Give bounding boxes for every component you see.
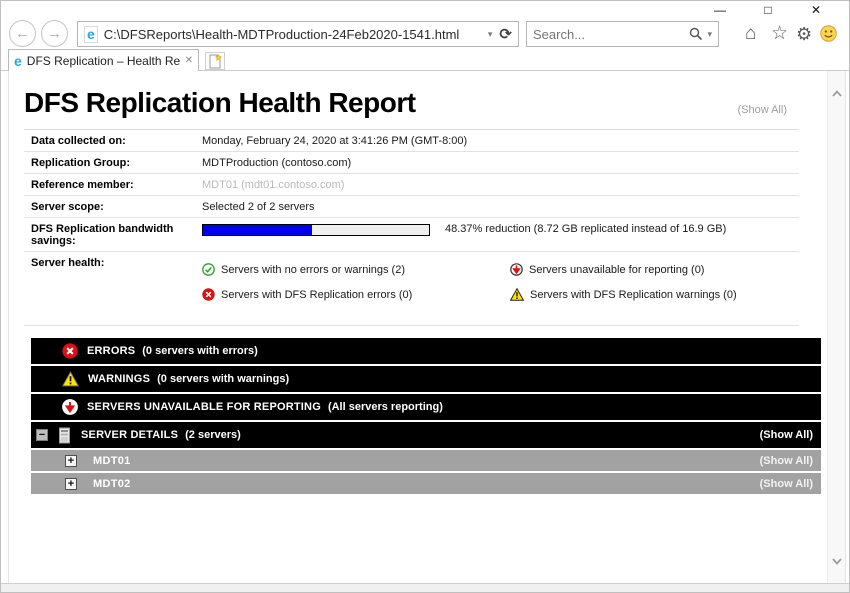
bandwidth-progress-bar	[202, 224, 430, 236]
health-text: Servers with no errors or warnings (2)	[221, 264, 405, 276]
health-item-ok: Servers with no errors or warnings (2)	[202, 263, 510, 276]
section-title: ERRORS	[87, 345, 135, 357]
server-show-all-link[interactable]: (Show All)	[760, 455, 813, 467]
field-label: Reference member:	[31, 179, 202, 191]
server-row-mdt02[interactable]: + MDT02 (Show All)	[31, 473, 821, 494]
section-title: WARNINGS	[88, 373, 150, 385]
smiley-icon	[820, 25, 837, 42]
address-bar[interactable]: e C:\DFSReports\Health-MDTProduction-24F…	[77, 21, 519, 47]
section-subtitle: (All servers reporting)	[328, 401, 443, 413]
field-label: Server health:	[31, 257, 202, 321]
feedback-button[interactable]	[820, 25, 837, 47]
window-bottom-edge	[1, 583, 849, 592]
back-icon: ←	[15, 25, 30, 42]
browser-window: — □ ✕ ← → e C:\DFSReports\Health-MDTProd…	[0, 0, 850, 593]
field-value: MDT01 (mdt01.contoso.com)	[202, 179, 344, 191]
star-icon: ☆	[771, 23, 788, 44]
back-button[interactable]: ←	[9, 20, 36, 47]
field-value: MDTProduction (contoso.com)	[202, 157, 351, 169]
section-server-details[interactable]: − SERVER DETAILS (2 servers) (Show All)	[31, 422, 821, 448]
home-button[interactable]: ⌂	[745, 22, 756, 46]
health-item-unavailable: Servers unavailable for reporting (0)	[510, 263, 737, 276]
gear-icon: ⚙	[796, 24, 812, 44]
report-sections: ERRORS (0 servers with errors) WARNINGS …	[31, 338, 821, 494]
show-all-link[interactable]: (Show All)	[737, 104, 787, 116]
server-name: MDT02	[93, 478, 131, 490]
tab-ie-icon: e	[14, 54, 22, 68]
minimize-button[interactable]: —	[703, 1, 737, 19]
field-row-replication-group: Replication Group: MDTProduction (contos…	[24, 152, 799, 174]
health-text: Servers with DFS Replication errors (0)	[221, 289, 412, 301]
bandwidth-text: 48.37% reduction (8.72 GB replicated ins…	[445, 223, 726, 235]
forward-button[interactable]: →	[41, 20, 68, 47]
report-content: DFS Replication Health Report (Show All)…	[9, 71, 829, 584]
section-errors[interactable]: ERRORS (0 servers with errors)	[31, 338, 821, 364]
field-row-reference-member: Reference member: MDT01 (mdt01.contoso.c…	[24, 174, 799, 196]
warning-icon	[510, 288, 524, 301]
new-tab-button[interactable]	[205, 52, 225, 70]
unavailable-icon	[510, 263, 523, 276]
tab-close-icon[interactable]: ✕	[185, 55, 193, 66]
search-box[interactable]: ▾	[526, 21, 719, 47]
forward-icon: →	[47, 25, 62, 42]
health-item-warnings: Servers with DFS Replication warnings (0…	[510, 288, 737, 301]
server-name: MDT01	[93, 455, 131, 467]
section-servers-unavailable[interactable]: SERVERS UNAVAILABLE FOR REPORTING (All s…	[31, 394, 821, 420]
collapse-icon[interactable]: −	[36, 429, 48, 441]
tab-title: DFS Replication – Health Re...	[27, 54, 181, 68]
field-value: Monday, February 24, 2020 at 3:41:26 PM …	[202, 135, 467, 147]
home-icon: ⌂	[745, 23, 756, 44]
section-subtitle: (0 servers with errors)	[142, 345, 258, 357]
vertical-scrollbar[interactable]	[827, 71, 845, 584]
section-title: SERVERS UNAVAILABLE FOR REPORTING	[87, 401, 321, 413]
field-label: DFS Replication bandwidth savings:	[31, 223, 202, 247]
section-show-all-link[interactable]: (Show All)	[760, 429, 813, 441]
ie-page-icon: e	[84, 26, 98, 43]
field-label: Server scope:	[31, 201, 202, 213]
ok-icon	[202, 263, 215, 276]
field-label: Data collected on:	[31, 135, 202, 147]
bandwidth-fill	[203, 225, 312, 235]
field-value: Selected 2 of 2 servers	[202, 201, 315, 213]
scroll-down-icon[interactable]	[830, 554, 844, 568]
section-title: SERVER DETAILS	[81, 429, 178, 441]
server-icon	[58, 427, 72, 444]
section-subtitle: (2 servers)	[185, 429, 241, 441]
new-tab-icon	[209, 54, 222, 69]
server-show-all-link[interactable]: (Show All)	[760, 478, 813, 490]
field-label: Replication Group:	[31, 157, 202, 169]
server-row-mdt01[interactable]: + MDT01 (Show All)	[31, 450, 821, 471]
close-button[interactable]: ✕	[799, 1, 833, 19]
field-row-data-collected: Data collected on: Monday, February 24, …	[24, 130, 799, 152]
navigation-bar: ← → e C:\DFSReports\Health-MDTProduction…	[1, 19, 849, 49]
section-subtitle: (0 servers with warnings)	[157, 373, 289, 385]
unavailable-icon	[62, 399, 78, 415]
favorites-button[interactable]: ☆	[771, 22, 788, 46]
address-url[interactable]: C:\DFSReports\Health-MDTProduction-24Feb…	[104, 27, 484, 42]
maximize-button[interactable]: □	[751, 1, 785, 19]
scroll-up-icon[interactable]	[830, 87, 844, 101]
tab-dfs-health-report[interactable]: e DFS Replication – Health Re... ✕	[8, 49, 199, 71]
health-item-errors: Servers with DFS Replication errors (0)	[202, 288, 510, 301]
error-icon	[202, 288, 215, 301]
search-icon[interactable]	[689, 27, 703, 41]
refresh-icon[interactable]: ⟳	[499, 25, 512, 43]
error-icon	[62, 343, 78, 359]
field-row-bandwidth-savings: DFS Replication bandwidth savings: 48.37…	[24, 218, 799, 252]
settings-button[interactable]: ⚙	[796, 22, 812, 46]
expand-icon[interactable]: +	[65, 478, 77, 490]
expand-icon[interactable]: +	[65, 455, 77, 467]
page-viewport: DFS Replication Health Report (Show All)…	[8, 71, 846, 584]
address-dropdown-icon[interactable]: ▾	[488, 29, 493, 40]
search-input[interactable]	[533, 27, 689, 42]
health-text: Servers with DFS Replication warnings (0…	[530, 289, 737, 301]
health-text: Servers unavailable for reporting (0)	[529, 264, 704, 276]
field-row-server-health: Server health: Servers with no errors or…	[24, 252, 799, 326]
section-warnings[interactable]: WARNINGS (0 servers with warnings)	[31, 366, 821, 392]
search-dropdown-icon[interactable]: ▾	[707, 29, 712, 40]
field-row-server-scope: Server scope: Selected 2 of 2 servers	[24, 196, 799, 218]
warning-icon	[62, 371, 79, 387]
page-title: DFS Replication Health Report	[24, 85, 464, 120]
tab-band: e DFS Replication – Health Re... ✕	[1, 49, 849, 71]
